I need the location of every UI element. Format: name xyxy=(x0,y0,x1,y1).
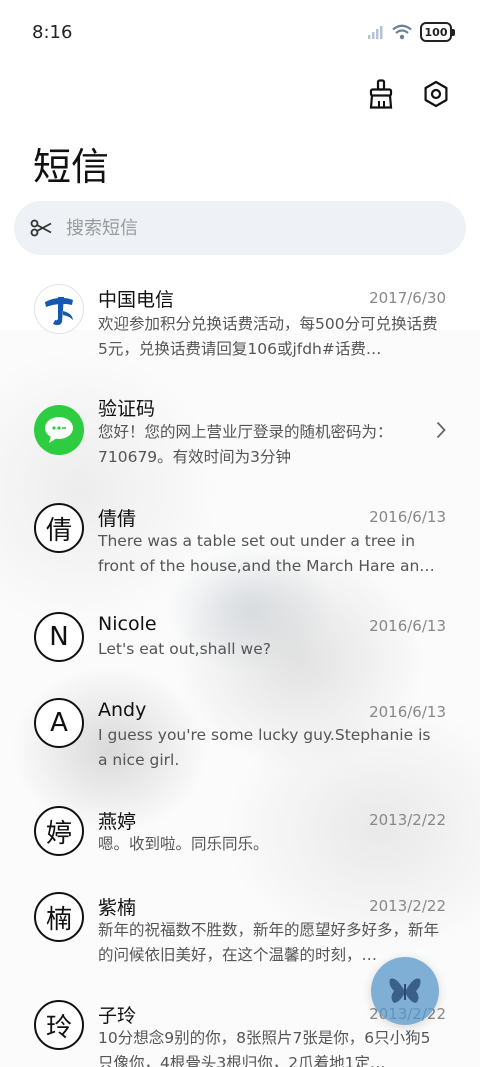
settings-button[interactable] xyxy=(418,76,454,112)
settings-icon xyxy=(424,80,448,108)
clean-button[interactable] xyxy=(364,76,400,112)
battery-level: 100 xyxy=(424,25,448,39)
message-preview: Let's eat out,shall we? xyxy=(98,640,271,658)
page-title: 短信 xyxy=(33,145,110,189)
contact-name: 紫楠 xyxy=(98,897,137,919)
contact-name: 子玲 xyxy=(98,1005,137,1027)
contact-name: 燕婷 xyxy=(98,811,137,833)
broom-icon xyxy=(369,79,393,109)
message-date: 2016/6/13 xyxy=(369,703,446,721)
contact-name: 验证码 xyxy=(98,398,156,420)
message-icon xyxy=(45,417,73,443)
avatar: N xyxy=(34,612,84,662)
wifi-icon xyxy=(392,24,412,40)
contact-name: Nicole xyxy=(98,613,157,635)
contact-name: Andy xyxy=(98,699,147,721)
message-preview: 欢迎参加积分兑换话费活动，每500分可兑换话费5元，兑换话费请回复106或jfd… xyxy=(98,315,438,358)
contact-name: 中国电信 xyxy=(98,289,175,311)
toolbar xyxy=(364,76,454,112)
list-item[interactable]: 倩 倩倩 2016/6/13 There was a table set out… xyxy=(0,503,480,595)
message-preview: 嗯。收到啦。同乐同乐。 xyxy=(98,835,269,853)
avatar: A xyxy=(34,698,84,748)
message-date: 2013/2/22 xyxy=(369,897,446,915)
message-date: 2016/6/13 xyxy=(369,508,446,526)
message-preview: I guess you're some lucky guy.Stephanie … xyxy=(98,726,431,769)
china-telecom-logo xyxy=(37,287,81,331)
list-item[interactable]: 婷 燕婷 2013/2/22 嗯。收到啦。同乐同乐。 xyxy=(0,806,480,872)
message-preview: There was a table set out under a tree i… xyxy=(98,532,435,575)
compose-button[interactable] xyxy=(371,957,439,1025)
message-preview: 10分想念9别的你，8张照片7张是你，6只小狗5只像你，4根骨头3根归你，2爪着… xyxy=(98,1029,431,1067)
contact-name: 倩倩 xyxy=(98,508,137,530)
message-date: 2013/2/22 xyxy=(369,811,446,829)
chevron-right-icon[interactable] xyxy=(436,421,446,439)
avatar: 倩 xyxy=(34,503,84,553)
list-item[interactable]: 验证码 您好！您的网上营业厅登录的随机密码为：710679。有效时间为3分钟 xyxy=(0,393,480,485)
avatar xyxy=(34,284,84,334)
avatar: 玲 xyxy=(34,1000,84,1050)
search-bar[interactable] xyxy=(14,201,466,255)
avatar: 婷 xyxy=(34,806,84,856)
message-date: 2017/6/30 xyxy=(369,289,446,307)
list-item[interactable]: N Nicole 2016/6/13 Let's eat out,shall w… xyxy=(0,612,480,678)
list-item[interactable]: A Andy 2016/6/13 I guess you're some luc… xyxy=(0,698,480,790)
list-item[interactable]: 中国电信 2017/6/30 欢迎参加积分兑换话费活动，每500分可兑换话费5元… xyxy=(0,284,480,376)
message-date: 2016/6/13 xyxy=(369,617,446,635)
status-time: 8:16 xyxy=(32,22,73,43)
scissors-icon xyxy=(30,219,52,237)
signal-icon xyxy=(368,26,383,39)
avatar xyxy=(34,405,84,455)
butterfly-icon xyxy=(389,978,421,1003)
status-bar: 8:16 100 xyxy=(0,0,480,66)
battery-icon: 100 xyxy=(420,22,455,42)
message-preview: 您好！您的网上营业厅登录的随机密码为：710679。有效时间为3分钟 xyxy=(98,423,393,466)
avatar: 楠 xyxy=(34,892,84,942)
search-input[interactable] xyxy=(66,217,426,239)
status-icons: 100 xyxy=(368,22,455,42)
